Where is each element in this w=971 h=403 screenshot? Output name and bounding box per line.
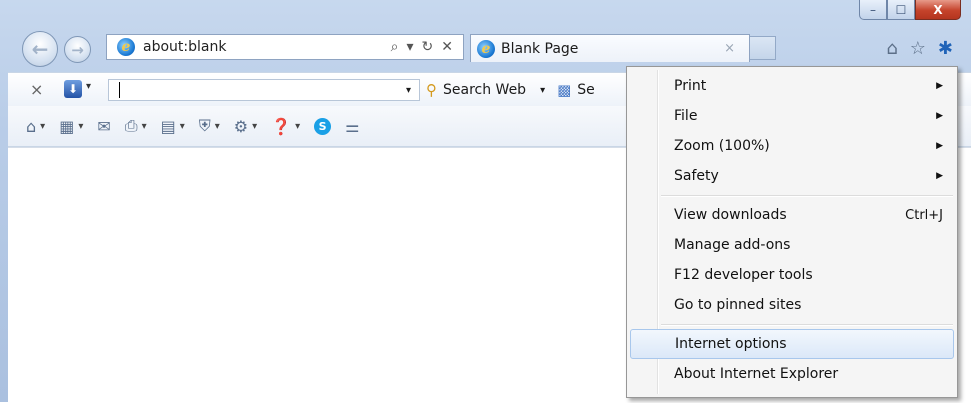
submenu-arrow-icon: ▶ <box>936 81 943 91</box>
menu-item-f12-developer-tools[interactable]: F12 developer tools <box>627 260 957 290</box>
forward-button[interactable]: → <box>64 36 91 63</box>
ie-page-icon: e <box>117 38 135 56</box>
search-web-label: Search Web <box>443 82 527 98</box>
ie-tab-icon: e <box>477 39 495 58</box>
menu-item-label: Go to pinned sites <box>674 297 802 313</box>
tv-icon[interactable]: ▩ <box>557 81 571 99</box>
navigation-row: ← → e about:blank ⌕ ▾ ↻ ✕ e Blank Page ×… <box>0 28 971 68</box>
menu-item-label: View downloads <box>674 207 787 223</box>
search-web-button[interactable]: ⚲ Search Web ▾ ▩ Se <box>426 81 595 99</box>
refresh-icon[interactable]: ↻ <box>422 39 434 55</box>
menu-separator <box>627 191 957 200</box>
menu-shortcut: Ctrl+J <box>905 207 943 223</box>
gear-icon[interactable]: ✱ <box>938 38 953 59</box>
home-icon[interactable]: ⌂ <box>886 38 897 59</box>
window-controls: – ☐ X <box>859 0 961 22</box>
skype-icon[interactable]: S <box>314 117 332 135</box>
address-bar[interactable]: e about:blank ⌕ ▾ ↻ ✕ <box>106 34 464 60</box>
maximize-button[interactable]: ☐ <box>887 0 915 20</box>
safety-shield-icon[interactable]: ⛨ <box>199 116 211 136</box>
close-toolbar-icon[interactable]: × <box>30 80 43 99</box>
menu-item-file[interactable]: File ▶ <box>627 101 957 131</box>
tools-dropdown-icon[interactable]: ▾ <box>252 121 257 132</box>
menu-item-label: Zoom (100%) <box>674 138 770 154</box>
search-icon[interactable]: ⌕ <box>391 39 399 55</box>
menu-item-label: About Internet Explorer <box>674 366 839 382</box>
submenu-arrow-icon: ▶ <box>936 111 943 121</box>
menu-item-about[interactable]: About Internet Explorer <box>627 359 957 389</box>
close-window-button[interactable]: X <box>915 0 961 20</box>
menu-item-label: Safety <box>674 168 719 184</box>
mail-icon[interactable]: ✉ <box>97 117 110 136</box>
home-icon[interactable]: ⌂ <box>26 117 36 136</box>
dropdown-icon[interactable]: ▾ <box>407 39 414 55</box>
search-dropdown-icon[interactable]: ▾ <box>406 85 411 96</box>
help-icon[interactable]: ❓ <box>271 117 291 136</box>
safety-dropdown-icon[interactable]: ▾ <box>215 121 220 132</box>
menu-item-internet-options[interactable]: Internet options <box>630 329 954 359</box>
page-icon[interactable]: ▤ <box>161 117 176 136</box>
menu-item-label: Print <box>674 78 707 94</box>
menu-item-manage-addons[interactable]: Manage add-ons <box>627 230 957 260</box>
print-dropdown-icon[interactable]: ▾ <box>142 121 147 132</box>
back-button[interactable]: ← <box>22 31 58 67</box>
menu-item-pinned-sites[interactable]: Go to pinned sites <box>627 290 957 320</box>
tab-close-icon[interactable]: × <box>724 41 735 56</box>
search-web-dropdown-icon[interactable]: ▾ <box>540 85 545 96</box>
download-dropdown-icon[interactable]: ▾ <box>86 81 91 92</box>
tab-title: Blank Page <box>501 40 579 57</box>
page-dropdown-icon[interactable]: ▾ <box>180 121 185 132</box>
menu-item-label: Manage add-ons <box>674 237 791 253</box>
truncated-label: Se <box>577 82 595 98</box>
text-caret <box>119 82 120 98</box>
command-icons: ⌂ ☆ ✱ <box>886 38 953 59</box>
address-url[interactable]: about:blank <box>143 39 391 55</box>
menu-item-label: F12 developer tools <box>674 267 813 283</box>
menu-item-print[interactable]: Print ▶ <box>627 71 957 101</box>
menu-item-label: File <box>674 108 698 124</box>
feeds-icon[interactable]: ▦ <box>59 117 74 136</box>
research-icon[interactable]: ⚌ <box>345 117 359 136</box>
download-icon[interactable]: ⬇ <box>64 80 82 98</box>
magnifier-icon: ⚲ <box>426 81 437 99</box>
feeds-dropdown-icon[interactable]: ▾ <box>78 121 83 132</box>
print-icon[interactable]: ⎙ <box>125 116 138 136</box>
submenu-arrow-icon: ▶ <box>936 171 943 181</box>
toolbar-search-input[interactable]: ▾ <box>108 79 420 101</box>
minimize-button[interactable]: – <box>859 0 887 20</box>
home-dropdown-icon[interactable]: ▾ <box>40 121 45 132</box>
menu-item-zoom[interactable]: Zoom (100%) ▶ <box>627 131 957 161</box>
tab-blank-page[interactable]: e Blank Page × <box>470 34 750 62</box>
tools-gear-icon[interactable]: ⚙ <box>234 117 248 136</box>
submenu-arrow-icon: ▶ <box>936 141 943 151</box>
favorites-star-icon[interactable]: ☆ <box>910 38 926 59</box>
tools-menu: Print ▶ File ▶ Zoom (100%) ▶ Safety ▶ Vi… <box>626 66 958 398</box>
help-dropdown-icon[interactable]: ▾ <box>295 121 300 132</box>
menu-separator <box>627 320 957 329</box>
stop-icon[interactable]: ✕ <box>441 39 453 55</box>
menu-item-safety[interactable]: Safety ▶ <box>627 161 957 191</box>
new-tab-button[interactable] <box>750 36 776 60</box>
menu-item-view-downloads[interactable]: View downloads Ctrl+J <box>627 200 957 230</box>
menu-item-label: Internet options <box>675 336 787 352</box>
